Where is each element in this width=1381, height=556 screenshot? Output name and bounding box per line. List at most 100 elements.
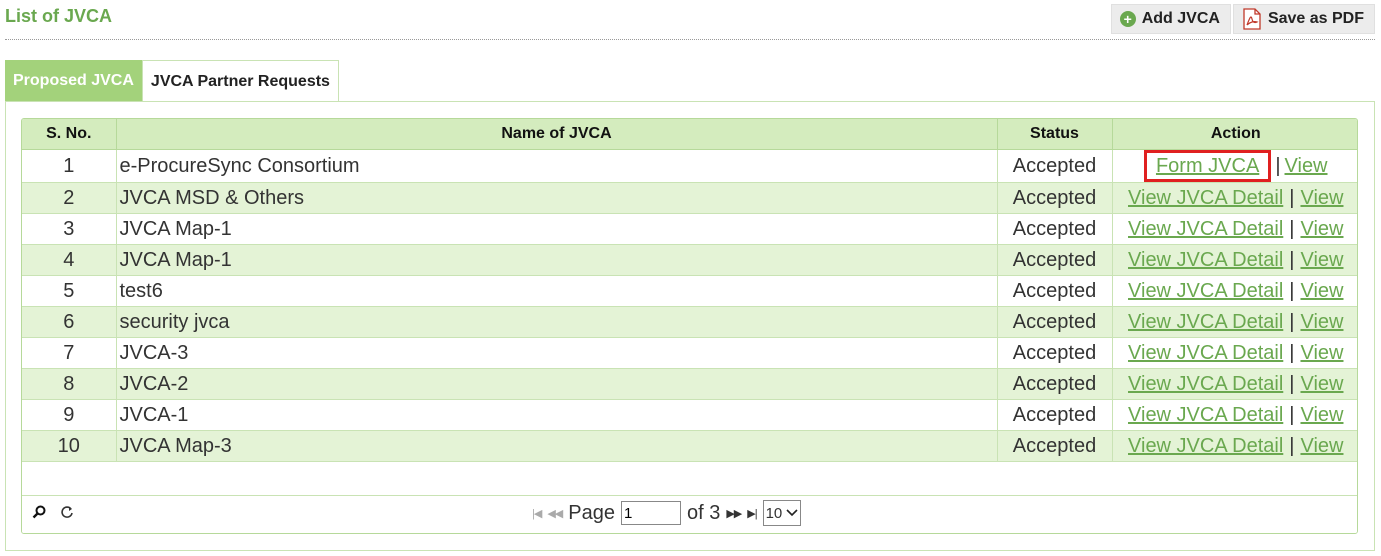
row-actions: View JVCA Detail | View	[1111, 430, 1357, 462]
row-sno: 9	[22, 399, 117, 431]
row-status: Accepted	[996, 149, 1113, 183]
table-header-row: S. No. Name of JVCA Status Action	[22, 119, 1357, 150]
tab-jvca-partner-requests[interactable]: JVCA Partner Requests	[141, 60, 339, 101]
view-jvca-detail-link[interactable]: View JVCA Detail	[1128, 373, 1283, 395]
next-page-icon[interactable]: ▶▶	[726, 507, 742, 520]
row-status: Accepted	[996, 244, 1113, 276]
row-sno: 4	[22, 244, 117, 276]
pager: |◀ ◀◀ Page of 3 ▶▶ ▶| 10	[22, 495, 1357, 533]
row-name: JVCA-1	[115, 399, 998, 431]
view-jvca-detail-link[interactable]: View JVCA Detail	[1128, 187, 1283, 209]
row-actions: View JVCA Detail | View	[1111, 306, 1357, 338]
view-jvca-detail-link[interactable]: View JVCA Detail	[1128, 404, 1283, 426]
prev-page-icon[interactable]: ◀◀	[547, 507, 563, 520]
action-separator: |	[1289, 310, 1295, 333]
row-actions: View JVCA Detail | View	[1111, 244, 1357, 276]
table-row[interactable]: 8 JVCA-2 Accepted View JVCA Detail | View	[22, 368, 1357, 400]
last-page-icon[interactable]: ▶|	[747, 507, 757, 520]
row-status: Accepted	[996, 306, 1113, 338]
action-separator: |	[1275, 155, 1281, 177]
chevron-down-icon	[786, 509, 798, 517]
save-as-pdf-button[interactable]: Save as PDF	[1232, 4, 1375, 34]
row-sno: 10	[22, 430, 117, 462]
view-link[interactable]: View	[1285, 155, 1328, 177]
view-link[interactable]: View	[1300, 404, 1343, 426]
row-name: test6	[115, 275, 998, 307]
action-separator: |	[1289, 248, 1295, 271]
row-sno: 5	[22, 275, 117, 307]
view-link[interactable]: View	[1300, 280, 1343, 302]
row-sno: 3	[22, 213, 117, 245]
view-link[interactable]: View	[1300, 187, 1343, 209]
column-header-name[interactable]: Name of JVCA	[115, 119, 998, 150]
row-sno: 8	[22, 368, 117, 400]
row-name: JVCA-3	[115, 337, 998, 369]
row-name: JVCA Map-1	[115, 244, 998, 276]
table-row[interactable]: 4 JVCA Map-1 Accepted View JVCA Detail | V…	[22, 244, 1357, 276]
view-jvca-detail-link[interactable]: View JVCA Detail	[1128, 218, 1283, 240]
page-number-input[interactable]	[620, 501, 681, 525]
add-jvca-label: Add JVCA	[1141, 10, 1220, 27]
view-link[interactable]: View	[1300, 218, 1343, 240]
first-page-icon[interactable]: |◀	[532, 507, 542, 520]
row-status: Accepted	[996, 430, 1113, 462]
view-jvca-detail-link[interactable]: View JVCA Detail	[1128, 342, 1283, 364]
table-row[interactable]: 1 e-ProcureSync Consortium Accepted Form…	[22, 149, 1357, 183]
page-size-value: 10	[765, 504, 783, 522]
tab-proposed-jvca[interactable]: Proposed JVCA	[5, 60, 142, 101]
action-separator: |	[1289, 403, 1295, 426]
top-actions: + Add JVCA Save as PDF	[1110, 4, 1375, 34]
view-link[interactable]: View	[1300, 342, 1343, 364]
row-status: Accepted	[996, 213, 1113, 245]
action-separator: |	[1289, 279, 1295, 302]
page-size-select[interactable]: 10	[762, 500, 802, 526]
action-separator: |	[1289, 217, 1295, 240]
page-label: Page	[568, 501, 615, 524]
pager-tools	[32, 505, 74, 519]
view-jvca-detail-link[interactable]: View JVCA Detail	[1128, 311, 1283, 333]
row-status: Accepted	[996, 182, 1113, 214]
row-actions: View JVCA Detail | View	[1111, 182, 1357, 214]
row-actions: View JVCA Detail | View	[1111, 213, 1357, 245]
table-row[interactable]: 6 security jvca Accepted View JVCA Detai…	[22, 306, 1357, 338]
row-status: Accepted	[996, 368, 1113, 400]
table-row[interactable]: 5 test6 Accepted View JVCA Detail | View	[22, 275, 1357, 307]
row-name: JVCA Map-1	[115, 213, 998, 245]
row-sno: 7	[22, 337, 117, 369]
view-link[interactable]: View	[1300, 311, 1343, 333]
pager-controls: |◀ ◀◀ Page of 3 ▶▶ ▶| 10	[532, 500, 802, 526]
row-name: security jvca	[115, 306, 998, 338]
table-row[interactable]: 2 JVCA MSD & Others Accepted View JVCA D…	[22, 182, 1357, 214]
page-title: List of JVCA	[5, 6, 113, 26]
view-jvca-detail-link[interactable]: View JVCA Detail	[1128, 435, 1283, 457]
title-divider	[5, 39, 1375, 40]
refresh-icon[interactable]	[60, 505, 74, 519]
row-actions: View JVCA Detail | View	[1111, 368, 1357, 400]
jvca-table: S. No. Name of JVCA Status Action 1 e-Pr…	[22, 119, 1357, 462]
table-row[interactable]: 3 JVCA Map-1 Accepted View JVCA Detail | V…	[22, 213, 1357, 245]
tab-bar: Proposed JVCA JVCA Partner Requests	[5, 60, 339, 102]
view-link[interactable]: View	[1300, 249, 1343, 271]
action-separator: |	[1289, 434, 1295, 457]
view-link[interactable]: View	[1300, 435, 1343, 457]
row-name: e-ProcureSync Consortium	[115, 149, 998, 183]
view-jvca-detail-link[interactable]: View JVCA Detail	[1128, 249, 1283, 271]
search-icon[interactable]	[32, 505, 46, 519]
column-header-status[interactable]: Status	[996, 119, 1113, 150]
column-header-sno[interactable]: S. No.	[22, 119, 117, 150]
row-actions: View JVCA Detail | View	[1111, 399, 1357, 431]
view-jvca-detail-link[interactable]: View JVCA Detail	[1128, 280, 1283, 302]
action-separator: |	[1289, 186, 1295, 209]
row-sno: 6	[22, 306, 117, 338]
save-as-pdf-label: Save as PDF	[1267, 10, 1364, 27]
table-row[interactable]: 9 JVCA-1 Accepted View JVCA Detail | View	[22, 399, 1357, 431]
table-row[interactable]: 10 JVCA Map-3 Accepted View JVCA Detail |…	[22, 430, 1357, 462]
column-header-action[interactable]: Action	[1111, 119, 1357, 150]
table-row[interactable]: 7 JVCA-3 Accepted View JVCA Detail | View	[22, 337, 1357, 369]
row-name: JVCA Map-3	[115, 430, 998, 462]
add-jvca-button[interactable]: + Add JVCA	[1110, 4, 1231, 34]
row-actions: Form JVCA | View	[1111, 149, 1357, 183]
form-jvca-link[interactable]: Form JVCA	[1143, 150, 1272, 182]
view-link[interactable]: View	[1300, 373, 1343, 395]
action-separator: |	[1289, 372, 1295, 395]
